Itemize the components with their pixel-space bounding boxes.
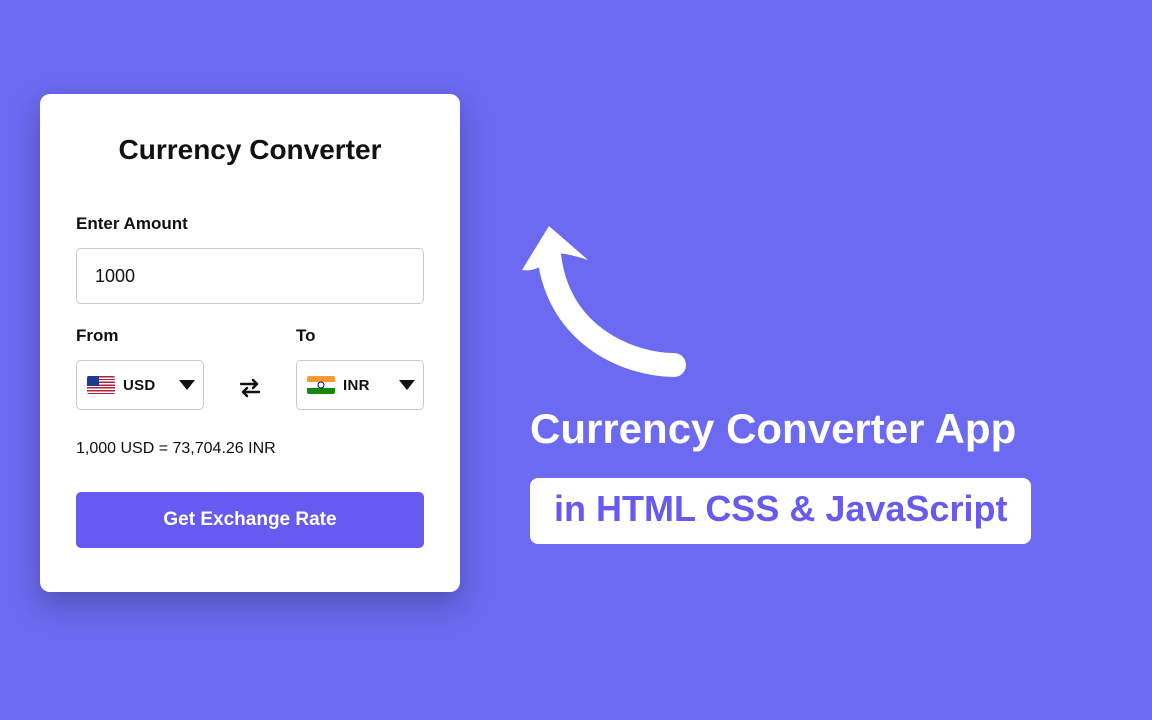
in-flag-icon [307,376,335,394]
banner-subtitle: in HTML CSS & JavaScript [530,478,1031,544]
amount-input[interactable] [76,248,424,304]
swap-column [204,376,296,410]
card-title: Currency Converter [76,134,424,166]
from-label: From [76,326,204,346]
swap-icon[interactable] [237,376,263,400]
from-column: From USD [76,326,204,410]
get-exchange-rate-button[interactable]: Get Exchange Rate [76,492,424,548]
to-currency-code: INR [343,377,391,394]
result-text: 1,000 USD = 73,704.26 INR [76,440,424,458]
us-flag-icon [87,376,115,394]
arrow-icon [514,210,694,395]
to-currency-select[interactable]: INR [296,360,424,410]
currency-row: From USD To INR [76,326,424,410]
converter-card: Currency Converter Enter Amount From USD… [40,94,460,592]
from-currency-select[interactable]: USD [76,360,204,410]
banner-title: Currency Converter App [530,405,1016,453]
from-currency-code: USD [123,377,171,394]
amount-label: Enter Amount [76,214,424,234]
caret-down-icon [399,380,415,390]
to-label: To [296,326,424,346]
to-column: To INR [296,326,424,410]
caret-down-icon [179,380,195,390]
